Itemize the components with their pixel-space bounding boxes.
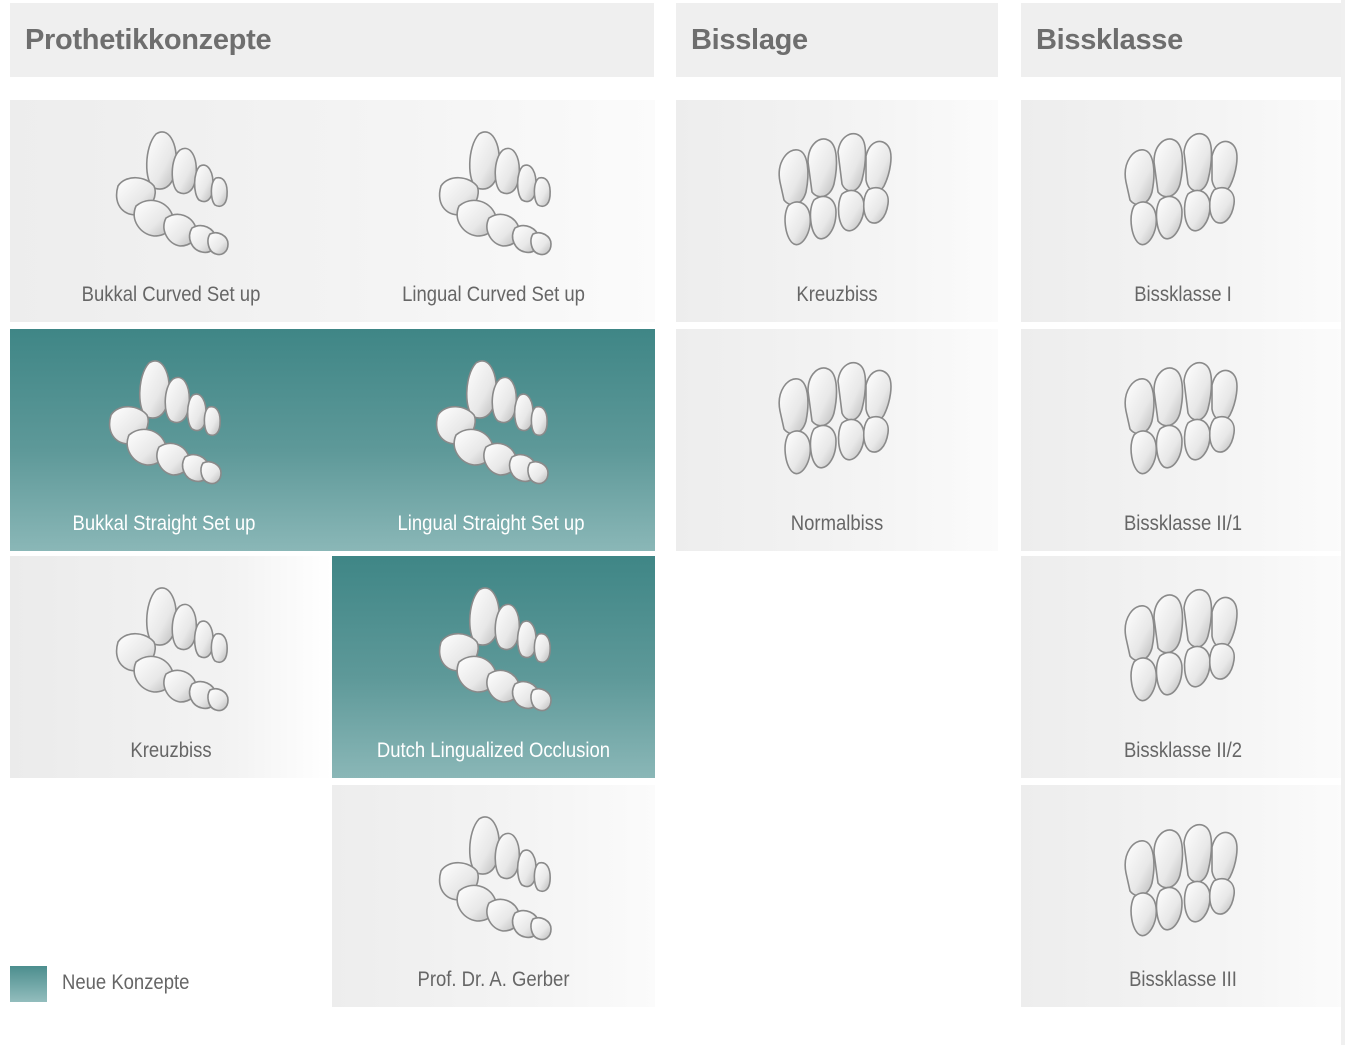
concept-label: Prof. Dr. A. Gerber [417, 968, 570, 991]
teeth-front-icon [1124, 132, 1238, 246]
concept-cell: Kreuzbiss [676, 100, 998, 322]
concept-label: Bissklasse I [1134, 283, 1232, 306]
legend-swatch [10, 966, 47, 1002]
bissklasse-3[interactable]: Bissklasse III [1021, 785, 1345, 1007]
concept-kreuzbiss[interactable]: Kreuzbiss [10, 556, 332, 778]
header-title: Bisslage [691, 23, 808, 56]
concept-cell: Bissklasse I [1021, 100, 1345, 322]
teeth-front-icon [778, 132, 892, 246]
concept-bukkal-curved[interactable]: Bukkal Curved Set up [10, 100, 332, 322]
concept-cell: Prof. Dr. A. Gerber [332, 785, 655, 1007]
header-title: Prothetikkonzepte [25, 23, 272, 56]
bissklasse-2-2[interactable]: Bissklasse II/2 [1021, 556, 1345, 778]
concept-cell: Bissklasse III [1021, 785, 1345, 1007]
concept-label: Kreuzbiss [130, 739, 212, 762]
concept-label: Bukkal Curved Set up [81, 283, 261, 306]
bissklasse-2-1[interactable]: Bissklasse II/1 [1021, 329, 1345, 551]
tile-row-straight: Bukkal Straight Set up Lingual Straight … [10, 329, 655, 551]
header-bissklasse: Bissklasse [1021, 3, 1345, 77]
legend-label: Neue Konzepte [62, 971, 190, 994]
bissklasse-1[interactable]: Bissklasse I [1021, 100, 1345, 322]
concept-cell: Normalbiss [676, 329, 998, 551]
teeth-front-icon [1124, 361, 1238, 475]
concept-label: Normalbiss [790, 512, 884, 535]
teeth-side-icon [435, 360, 549, 485]
header-bisslage: Bisslage [676, 3, 998, 77]
concept-label: Bukkal Straight Set up [72, 512, 256, 535]
header-prothetikkonzepte: Prothetikkonzepte [10, 3, 654, 77]
header-title: Bissklasse [1036, 23, 1183, 56]
teeth-side-icon [438, 816, 552, 941]
concept-dutch-lingualized[interactable]: Dutch Lingualized Occlusion [332, 556, 655, 778]
concept-cell: Dutch Lingualized Occlusion [332, 556, 655, 778]
concept-label: Lingual Straight Set up [397, 512, 585, 535]
bisslage-normalbiss[interactable]: Normalbiss [676, 329, 998, 551]
right-edge-divider [1341, 0, 1345, 1045]
concept-lingual-curved[interactable]: Lingual Curved Set up [332, 100, 655, 322]
teeth-side-icon [108, 360, 222, 485]
concept-cell: Kreuzbiss [10, 556, 332, 778]
concept-gerber[interactable]: Prof. Dr. A. Gerber [332, 785, 655, 1007]
concept-label: Dutch Lingualized Occlusion [376, 739, 611, 762]
tile-row-curved: Bukkal Curved Set up Lingual Curved Set … [10, 100, 655, 322]
teeth-side-icon [438, 131, 552, 256]
teeth-side-icon [115, 131, 229, 256]
concept-lingual-straight[interactable]: Lingual Straight Set up [332, 329, 650, 551]
concept-label: Kreuzbiss [796, 283, 878, 306]
teeth-front-icon [778, 361, 892, 475]
concept-bukkal-straight[interactable]: Bukkal Straight Set up [10, 329, 318, 551]
concept-label: Bissklasse II/1 [1123, 512, 1243, 535]
teeth-front-icon [1124, 823, 1238, 937]
bisslage-kreuzbiss[interactable]: Kreuzbiss [676, 100, 998, 322]
teeth-side-icon [115, 587, 229, 712]
concept-label: Lingual Curved Set up [402, 283, 585, 306]
concept-cell: Bissklasse II/1 [1021, 329, 1345, 551]
concept-label: Bissklasse II/2 [1123, 739, 1243, 762]
concept-cell: Bissklasse II/2 [1021, 556, 1345, 778]
concept-label: Bissklasse III [1129, 968, 1237, 991]
teeth-side-icon [438, 587, 552, 712]
teeth-front-icon [1124, 588, 1238, 702]
